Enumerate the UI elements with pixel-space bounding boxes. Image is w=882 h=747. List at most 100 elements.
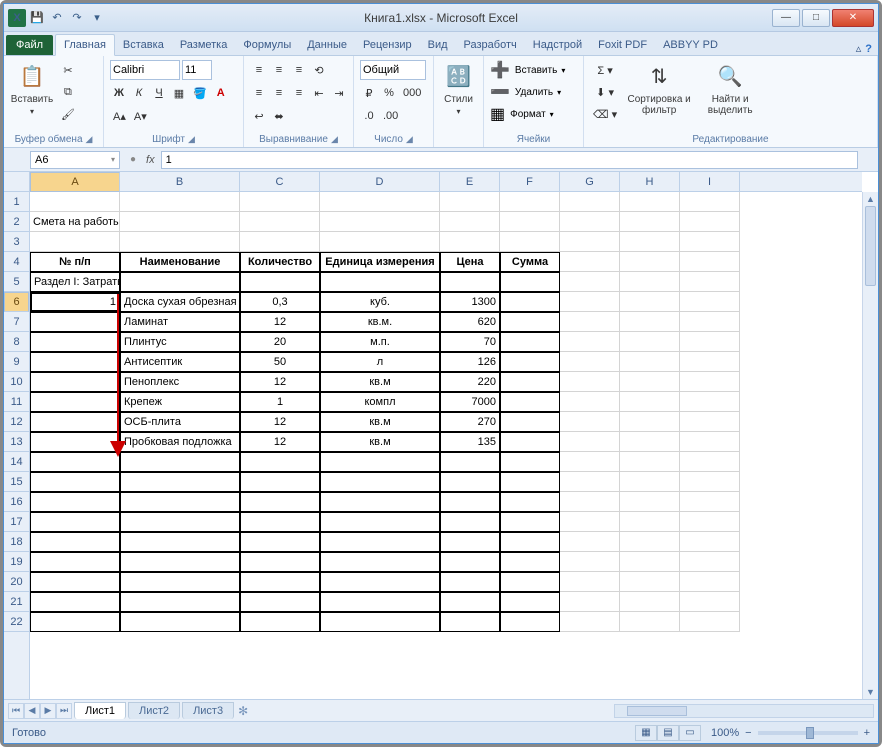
- indent-increase-icon[interactable]: ⇥: [330, 83, 348, 103]
- cell[interactable]: 12: [240, 412, 320, 432]
- copy-icon[interactable]: ⧉: [58, 82, 78, 102]
- font-name-select[interactable]: [110, 60, 180, 80]
- cell[interactable]: [620, 352, 680, 372]
- cell[interactable]: [620, 292, 680, 312]
- cell[interactable]: [620, 332, 680, 352]
- scroll-up-icon[interactable]: ▲: [863, 192, 878, 206]
- cell[interactable]: [500, 352, 560, 372]
- tab-insert[interactable]: Вставка: [115, 35, 172, 55]
- cell[interactable]: [560, 532, 620, 552]
- cell[interactable]: ОСБ-плита: [120, 412, 240, 432]
- cell[interactable]: [30, 612, 120, 632]
- cell[interactable]: [620, 272, 680, 292]
- undo-icon[interactable]: ↶: [48, 9, 66, 27]
- cell[interactable]: [320, 232, 440, 252]
- file-tab[interactable]: Файл: [6, 35, 53, 55]
- cell[interactable]: [240, 272, 320, 292]
- cell[interactable]: [500, 572, 560, 592]
- cell[interactable]: [120, 572, 240, 592]
- cell[interactable]: [320, 472, 440, 492]
- cell[interactable]: [440, 192, 500, 212]
- cell[interactable]: 12: [240, 372, 320, 392]
- cell[interactable]: Сумма: [500, 252, 560, 272]
- cell[interactable]: [680, 352, 740, 372]
- cell[interactable]: [500, 452, 560, 472]
- row-header-5[interactable]: 5: [4, 272, 29, 292]
- tab-foxit[interactable]: Foxit PDF: [590, 35, 655, 55]
- row-header-17[interactable]: 17: [4, 512, 29, 532]
- cell[interactable]: [240, 612, 320, 632]
- cell[interactable]: [680, 532, 740, 552]
- cell[interactable]: [120, 472, 240, 492]
- row-header-13[interactable]: 13: [4, 432, 29, 452]
- cell[interactable]: [680, 252, 740, 272]
- cell[interactable]: [320, 272, 440, 292]
- cell[interactable]: [620, 232, 680, 252]
- cell[interactable]: [560, 312, 620, 332]
- column-header-B[interactable]: B: [120, 172, 240, 191]
- sheet-tab-3[interactable]: Лист3: [182, 702, 234, 719]
- cell[interactable]: [240, 592, 320, 612]
- increase-font-icon[interactable]: A▴: [110, 106, 129, 126]
- cell[interactable]: 1300: [440, 292, 500, 312]
- dialog-launcher-icon[interactable]: ◢: [86, 134, 93, 145]
- cell[interactable]: 50: [240, 352, 320, 372]
- cell[interactable]: [30, 432, 120, 452]
- cell[interactable]: [620, 192, 680, 212]
- row-header-20[interactable]: 20: [4, 572, 29, 592]
- cell[interactable]: [30, 592, 120, 612]
- cell[interactable]: [30, 492, 120, 512]
- cell[interactable]: Количество: [240, 252, 320, 272]
- cell[interactable]: [320, 512, 440, 532]
- cell[interactable]: [500, 592, 560, 612]
- horizontal-scrollbar[interactable]: [614, 704, 874, 718]
- cell[interactable]: [680, 292, 740, 312]
- autosum-icon[interactable]: Σ ▾: [590, 60, 620, 80]
- cell[interactable]: [320, 532, 440, 552]
- zoom-slider[interactable]: [758, 731, 858, 735]
- wrap-text-icon[interactable]: ↩: [250, 106, 268, 126]
- sheet-nav-first-icon[interactable]: ⏮: [8, 703, 24, 719]
- cell[interactable]: [320, 592, 440, 612]
- row-header-4[interactable]: 4: [4, 252, 29, 272]
- cell[interactable]: [620, 212, 680, 232]
- cell[interactable]: [680, 312, 740, 332]
- cell[interactable]: [620, 532, 680, 552]
- row-header-10[interactable]: 10: [4, 372, 29, 392]
- cell[interactable]: [680, 212, 740, 232]
- cell[interactable]: [30, 392, 120, 412]
- cell[interactable]: [500, 492, 560, 512]
- cell[interactable]: [30, 312, 120, 332]
- cell[interactable]: [320, 452, 440, 472]
- cell[interactable]: [120, 212, 240, 232]
- cell[interactable]: [560, 232, 620, 252]
- cell[interactable]: [620, 612, 680, 632]
- currency-icon[interactable]: ₽: [360, 83, 378, 103]
- sheet-nav-next-icon[interactable]: ▶: [40, 703, 56, 719]
- cell[interactable]: [560, 492, 620, 512]
- normal-view-icon[interactable]: ▦: [635, 725, 657, 741]
- column-header-H[interactable]: H: [620, 172, 680, 191]
- cell[interactable]: [500, 272, 560, 292]
- orientation-icon[interactable]: ⟲: [310, 60, 328, 80]
- cell[interactable]: [500, 332, 560, 352]
- cell[interactable]: [240, 192, 320, 212]
- row-header-8[interactable]: 8: [4, 332, 29, 352]
- page-layout-view-icon[interactable]: ▤: [657, 725, 679, 741]
- cell[interactable]: [500, 612, 560, 632]
- cell[interactable]: [240, 232, 320, 252]
- cell[interactable]: [560, 212, 620, 232]
- cell[interactable]: [560, 392, 620, 412]
- name-box[interactable]: A6▾: [30, 151, 120, 169]
- cell[interactable]: [500, 292, 560, 312]
- cell[interactable]: Пробковая подложка: [120, 432, 240, 452]
- cell[interactable]: [240, 572, 320, 592]
- cell[interactable]: Антисептик: [120, 352, 240, 372]
- cell[interactable]: [30, 532, 120, 552]
- cell[interactable]: м.п.: [320, 332, 440, 352]
- cell[interactable]: [30, 512, 120, 532]
- font-size-select[interactable]: [182, 60, 212, 80]
- tab-developer[interactable]: Разработч: [456, 35, 525, 55]
- cell[interactable]: [30, 352, 120, 372]
- cell[interactable]: [500, 552, 560, 572]
